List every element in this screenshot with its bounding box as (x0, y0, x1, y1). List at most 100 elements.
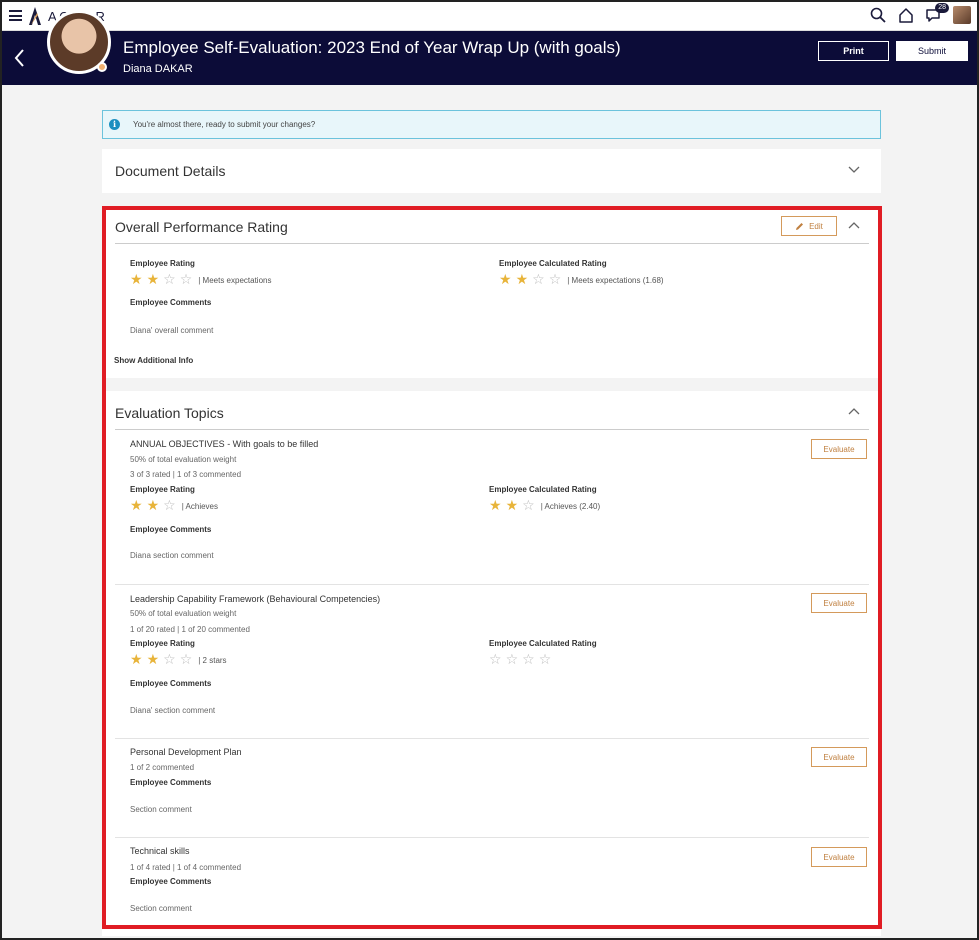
star-filled-icon: ★ (146, 652, 160, 668)
top-icons: 28 (869, 3, 971, 24)
calculated-rating-label: Employee Calculated Rating (499, 259, 607, 268)
overall-rating-card: Overall Performance Rating Edit Employee… (102, 206, 881, 378)
star-empty-icon: ☆ (548, 272, 562, 288)
calculated-rating-text: | Meets expectations (1.68) (567, 275, 664, 285)
employee-rating-stars: ★ ★ ☆ ☆ | Meets expectations (130, 273, 271, 287)
chevron-up-icon[interactable] (848, 221, 860, 229)
star-filled-icon: ★ (515, 272, 529, 288)
star-filled-icon: ★ (130, 652, 143, 668)
info-banner: i You're almost there, ready to submit y… (102, 110, 881, 139)
divider (115, 429, 869, 430)
star-filled-icon: ★ (130, 272, 143, 288)
home-icon[interactable] (897, 6, 915, 24)
star-empty-icon: ☆ (163, 498, 176, 514)
evaluation-topics-card: Evaluation Topics ANNUAL OBJECTIVES - Wi… (102, 391, 881, 936)
topic-progress: 1 of 2 commented (130, 763, 195, 772)
evaluation-topics-title: Evaluation Topics (115, 405, 224, 421)
topic-calc-stars: ☆ ☆ ☆ ☆ (489, 653, 551, 667)
topic-title[interactable]: Technical skills (130, 846, 190, 856)
star-empty-icon: ☆ (505, 652, 519, 668)
star-filled-icon: ★ (146, 498, 160, 514)
divider (115, 243, 869, 244)
topic-progress: 1 of 20 rated | 1 of 20 commented (130, 625, 250, 634)
topic-title[interactable]: Personal Development Plan (130, 747, 242, 757)
evaluate-button[interactable]: Evaluate (811, 593, 867, 613)
star-filled-icon: ★ (499, 272, 512, 288)
document-details-card[interactable]: Document Details (102, 149, 881, 193)
star-empty-icon: ☆ (163, 272, 176, 288)
star-filled-icon: ★ (489, 498, 502, 514)
submit-button[interactable]: Submit (896, 41, 968, 61)
status-dot (97, 62, 107, 72)
topic-separator (115, 837, 869, 838)
topic-rating-stars: ★ ★ ☆ ☆ | 2 stars (130, 653, 227, 667)
topic-comment: Section comment (130, 805, 192, 814)
employee-rating-label: Employee Rating (130, 259, 195, 268)
menu-icon[interactable] (9, 10, 22, 21)
user-avatar[interactable] (953, 6, 971, 24)
star-filled-icon: ★ (505, 498, 519, 514)
topic-separator (115, 738, 869, 739)
employee-comments-label: Employee Comments (130, 778, 212, 787)
star-filled-icon: ★ (130, 498, 143, 514)
star-empty-icon: ☆ (538, 652, 552, 668)
notifications-button[interactable]: 28 (925, 3, 949, 24)
topic-comment: Diana' section comment (130, 706, 216, 715)
topic-title[interactable]: ANNUAL OBJECTIVES - With goals to be fil… (130, 439, 318, 449)
evaluate-button[interactable]: Evaluate (811, 747, 867, 767)
topic-rating-text: | Achieves (181, 501, 219, 511)
chevron-down-icon[interactable] (848, 166, 860, 174)
overall-comment: Diana' overall comment (130, 326, 214, 335)
calculated-rating-label: Employee Calculated Rating (489, 485, 597, 494)
employee-comments-label: Employee Comments (130, 525, 212, 534)
star-empty-icon: ☆ (179, 652, 193, 668)
overall-rating-title: Overall Performance Rating (115, 219, 288, 235)
document-title: Employee Self-Evaluation: 2023 End of Ye… (123, 38, 621, 57)
employee-rating-label: Employee Rating (130, 485, 195, 494)
notifications-badge: 28 (935, 3, 949, 13)
topic-progress: 3 of 3 rated | 1 of 3 commented (130, 470, 242, 479)
employee-comments-label: Employee Comments (130, 877, 212, 886)
calculated-rating-stars: ★ ★ ☆ ☆ | Meets expectations (1.68) (499, 273, 664, 287)
star-filled-icon: ★ (146, 272, 160, 288)
evaluate-button[interactable]: Evaluate (811, 847, 867, 867)
topic-weight: 50% of total evaluation weight (130, 455, 237, 464)
star-empty-icon: ☆ (179, 272, 193, 288)
print-button[interactable]: Print (818, 41, 889, 61)
evaluate-button[interactable]: Evaluate (811, 439, 867, 459)
back-arrow-icon[interactable] (13, 47, 27, 69)
calculated-rating-label: Employee Calculated Rating (489, 639, 597, 648)
star-empty-icon: ☆ (489, 652, 502, 668)
employee-comments-label: Employee Comments (130, 679, 212, 688)
topic-title[interactable]: Leadership Capability Framework (Behavio… (130, 594, 380, 604)
top-bar: ACCOR 28 (2, 2, 977, 31)
star-empty-icon: ☆ (522, 652, 535, 668)
logo-mark-icon (29, 7, 41, 25)
app-frame: ACCOR 28 Employee Self-Evaluation: 2023 … (0, 0, 979, 940)
topic-rating-text: | 2 stars (198, 655, 227, 665)
topic-comment: Section comment (130, 904, 192, 913)
search-icon[interactable] (869, 6, 887, 24)
topic-calc-text: | Achieves (2.40) (540, 501, 601, 511)
edit-button[interactable]: Edit (781, 216, 837, 236)
employee-comments-label: Employee Comments (130, 298, 212, 307)
chevron-up-icon[interactable] (848, 407, 860, 415)
star-empty-icon: ☆ (532, 272, 545, 288)
topic-weight: 50% of total evaluation weight (130, 609, 237, 618)
edit-label: Edit (809, 221, 823, 231)
show-additional-info-link[interactable]: Show Additional Info (114, 356, 193, 365)
info-text: You're almost there, ready to submit you… (133, 120, 316, 129)
page-header: Employee Self-Evaluation: 2023 End of Ye… (2, 31, 977, 85)
document-details-title: Document Details (115, 163, 226, 179)
info-icon: i (109, 119, 120, 130)
employee-name: Diana DAKAR (123, 63, 193, 75)
topic-rating-stars: ★ ★ ☆ | Achieves (130, 499, 218, 513)
topic-calc-stars: ★ ★ ☆ | Achieves (2.40) (489, 499, 600, 513)
star-empty-icon: ☆ (163, 652, 176, 668)
star-empty-icon: ☆ (522, 498, 535, 514)
employee-rating-text: | Meets expectations (198, 275, 272, 285)
topic-comment: Diana section comment (130, 551, 214, 560)
topic-progress: 1 of 4 rated | 1 of 4 commented (130, 863, 242, 872)
pencil-icon (796, 222, 804, 230)
topic-separator (115, 584, 869, 585)
